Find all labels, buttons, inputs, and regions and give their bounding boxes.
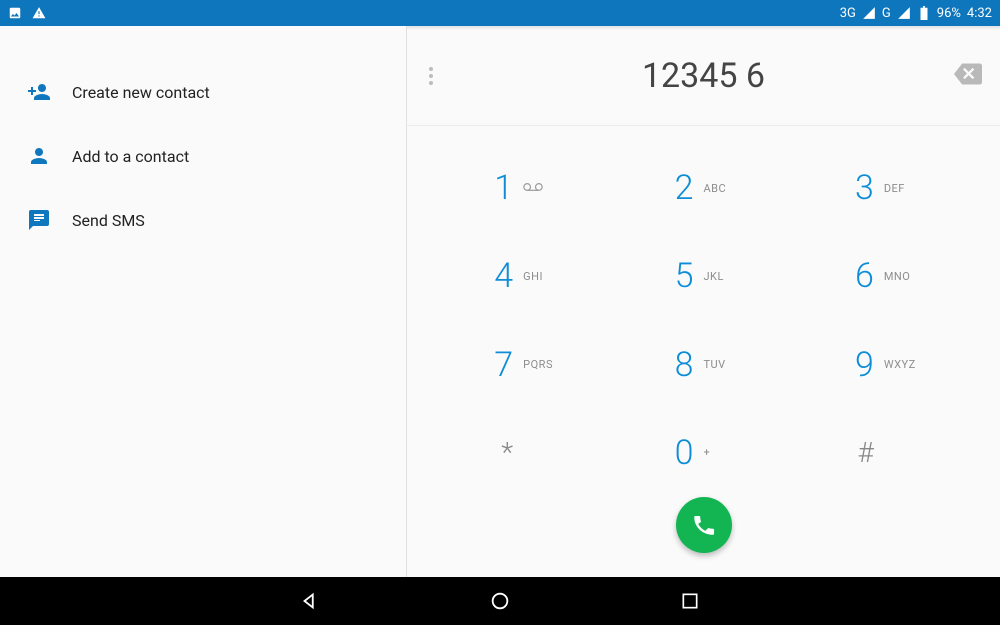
key-5-letters: JKL — [703, 270, 737, 283]
actions-panel: Create new contact Add to a contact Send… — [0, 26, 407, 577]
key-8[interactable]: 8 TUV — [613, 321, 793, 409]
create-new-contact[interactable]: Create new contact — [0, 60, 406, 124]
key-1-digit: 1 — [489, 168, 513, 208]
person-icon — [22, 144, 56, 168]
signal-1-icon — [862, 6, 876, 20]
key-9-digit: 9 — [850, 345, 874, 385]
add-to-contact[interactable]: Add to a contact — [0, 124, 406, 188]
clock: 4:32 — [967, 6, 992, 21]
key-2[interactable]: 2 ABC — [613, 144, 793, 232]
app-content: Create new contact Add to a contact Send… — [0, 26, 1000, 577]
key-7-digit: 7 — [489, 345, 513, 385]
dialer-panel: 12345 6 1 2 ABC 3 DEF 4 GHI — [407, 26, 1000, 577]
signal-1-label: 3G — [840, 6, 856, 21]
key-4-digit: 4 — [489, 256, 513, 296]
send-sms-label: Send SMS — [72, 211, 145, 230]
key-6[interactable]: 6 MNO — [794, 232, 974, 320]
battery-icon — [917, 6, 931, 20]
key-5-digit: 5 — [669, 256, 693, 296]
key-star[interactable]: * — [433, 409, 613, 497]
key-9[interactable]: 9 WXYZ — [794, 321, 974, 409]
key-5[interactable]: 5 JKL — [613, 232, 793, 320]
key-3[interactable]: 3 DEF — [794, 144, 974, 232]
key-0-letters: + — [703, 446, 737, 459]
key-8-letters: TUV — [703, 358, 737, 371]
status-bar: 3G G 96% 4:32 — [0, 0, 1000, 26]
key-0[interactable]: 0 + — [613, 409, 793, 497]
key-8-digit: 8 — [669, 345, 693, 385]
sms-icon — [22, 208, 56, 232]
signal-2-label: G — [882, 6, 891, 21]
key-star-digit: * — [489, 436, 513, 469]
backspace-button[interactable] — [954, 63, 982, 89]
navigation-bar — [0, 577, 1000, 625]
key-2-letters: ABC — [703, 182, 737, 195]
key-6-letters: MNO — [884, 270, 918, 283]
key-hash[interactable]: # — [794, 409, 974, 497]
key-7[interactable]: 7 PQRS — [433, 321, 613, 409]
battery-percent: 96% — [937, 6, 961, 21]
voicemail-icon — [523, 182, 557, 195]
send-sms[interactable]: Send SMS — [0, 188, 406, 252]
dial-display: 12345 6 — [407, 26, 1000, 126]
dialed-number: 12345 6 — [642, 56, 765, 96]
key-6-digit: 6 — [850, 256, 874, 296]
key-3-letters: DEF — [884, 182, 918, 195]
person-add-icon — [22, 80, 56, 104]
call-button[interactable] — [676, 497, 732, 553]
call-row — [407, 497, 1000, 577]
key-2-digit: 2 — [669, 168, 693, 208]
warning-icon — [32, 6, 46, 20]
keypad: 1 2 ABC 3 DEF 4 GHI 5 JKL 6 — [407, 126, 1000, 497]
key-1[interactable]: 1 — [433, 144, 613, 232]
key-0-digit: 0 — [669, 433, 693, 473]
key-4[interactable]: 4 GHI — [433, 232, 613, 320]
signal-2-icon — [897, 6, 911, 20]
overflow-menu-button[interactable] — [429, 64, 433, 88]
key-3-digit: 3 — [850, 168, 874, 208]
nav-back-button[interactable] — [290, 581, 330, 621]
key-4-letters: GHI — [523, 270, 557, 283]
gallery-icon — [8, 6, 22, 20]
key-9-letters: WXYZ — [884, 358, 918, 371]
key-7-letters: PQRS — [523, 358, 557, 371]
add-to-contact-label: Add to a contact — [72, 147, 189, 166]
nav-recents-button[interactable] — [670, 581, 710, 621]
nav-home-button[interactable] — [480, 581, 520, 621]
create-new-contact-label: Create new contact — [72, 83, 210, 102]
key-hash-digit: # — [850, 436, 874, 469]
